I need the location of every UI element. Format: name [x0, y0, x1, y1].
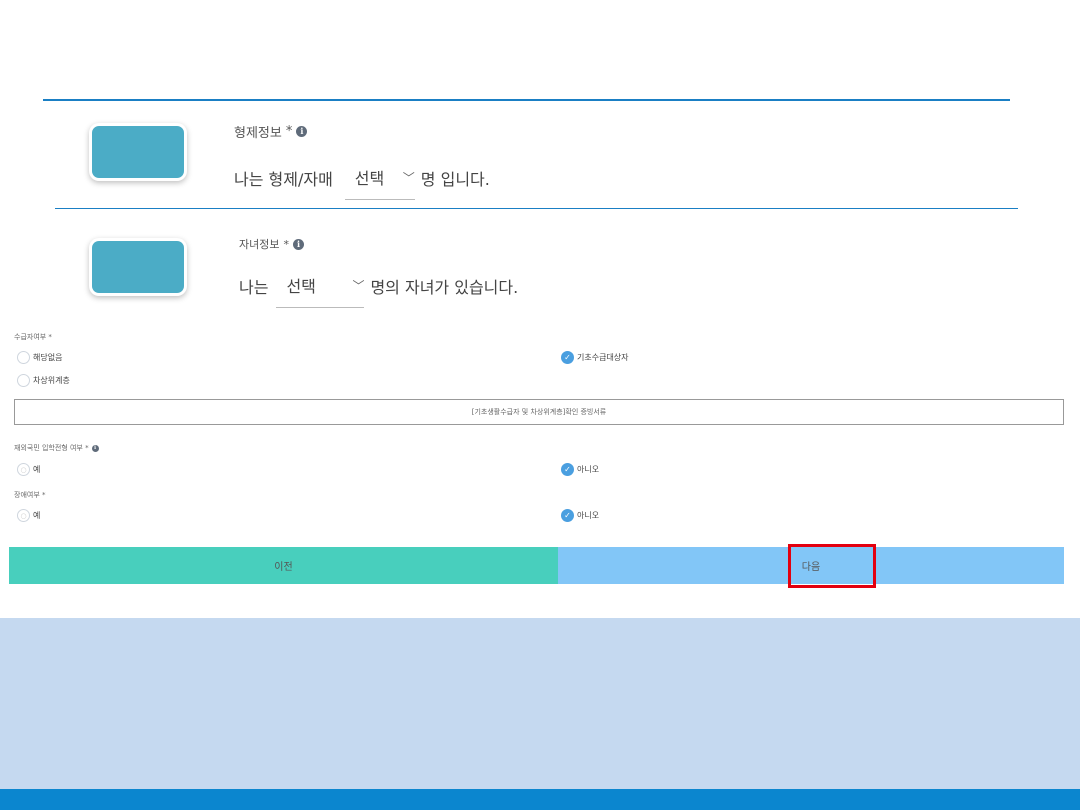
children-image [92, 241, 184, 293]
sibling-title-label: 형제정보 [234, 126, 282, 141]
radio-circle[interactable]: ○ [17, 463, 30, 476]
disability-label: 장애여부 * [14, 491, 46, 499]
sibling-count-select[interactable]: 선택 ﹀ [344, 165, 415, 200]
radio-label: 해당없음 [33, 353, 63, 362]
overseas-label: 재외국민 입학전형 여부 * [14, 444, 89, 452]
children-title-label: 자녀정보 [239, 238, 280, 251]
sibling-select-value: 선택 [354, 169, 385, 188]
children-title: 자녀정보 * i [239, 236, 304, 252]
sibling-prefix: 나는 형제/자매 [234, 169, 333, 189]
document-upload-text: [기초생활수급자 및 차상위계층]확인 증빙서류 [471, 408, 607, 416]
check-icon[interactable]: ✓ [561, 351, 574, 364]
top-divider [43, 99, 1010, 101]
check-icon[interactable]: ✓ [561, 463, 574, 476]
info-icon[interactable]: i [292, 238, 304, 250]
required-mark: * [283, 237, 289, 251]
radio-label: 예 [33, 511, 41, 520]
radio-circle[interactable] [17, 351, 30, 364]
footer-bar [0, 789, 1080, 810]
section-divider [55, 208, 1018, 209]
radio-overseas-yes[interactable]: ○ 예 [17, 463, 40, 476]
children-select-value: 선택 [286, 277, 316, 296]
overseas-label-row: 재외국민 입학전형 여부 * i [14, 443, 99, 453]
document-upload-field[interactable]: [기초생활수급자 및 차상위계층]확인 증빙서류 [14, 399, 1064, 425]
recipient-label: 수급자여부 * [14, 333, 52, 341]
sibling-sentence: 나는 형제/자매 선택 ﹀ 명 입니다. [234, 160, 490, 200]
radio-disability-no[interactable]: ✓ 아니오 [561, 509, 599, 522]
info-icon[interactable]: i [91, 444, 99, 452]
radio-none[interactable]: 해당없음 [17, 351, 62, 364]
next-button-highlight [788, 544, 876, 588]
check-icon[interactable]: ✓ [561, 509, 574, 522]
children-sentence: 나는 선택 ﹀ 명의 자녀가 있습니다. [239, 268, 519, 308]
radio-near-poverty[interactable]: 차상위계층 [17, 374, 70, 387]
chevron-down-icon: ﹀ [402, 170, 415, 185]
chevron-down-icon: ﹀ [352, 278, 365, 293]
radio-label: 기초수급대상자 [577, 353, 629, 362]
prev-button[interactable]: 이전 [9, 547, 558, 584]
footer-band [0, 618, 1080, 789]
radio-overseas-no[interactable]: ✓ 아니오 [561, 463, 599, 476]
radio-basic-recipient[interactable]: ✓ 기초수급대상자 [561, 351, 629, 364]
sibling-image [92, 126, 184, 178]
radio-circle[interactable]: ○ [17, 509, 30, 522]
radio-label: 예 [33, 465, 41, 474]
children-suffix: 명의 자녀가 있습니다. [370, 277, 519, 297]
sibling-title: 형제정보 * i [234, 122, 308, 141]
children-prefix: 나는 [239, 277, 269, 297]
radio-label: 차상위계층 [33, 376, 70, 385]
radio-label: 아니오 [577, 465, 600, 474]
prev-button-label: 이전 [274, 562, 293, 573]
info-icon[interactable]: i [296, 126, 308, 137]
radio-circle[interactable] [17, 374, 30, 387]
radio-disability-yes[interactable]: ○ 예 [17, 509, 40, 522]
radio-label: 아니오 [577, 511, 600, 520]
children-count-select[interactable]: 선택 ﹀ [276, 273, 365, 308]
required-mark: * [285, 124, 293, 139]
sibling-suffix: 명 입니다. [420, 169, 490, 189]
